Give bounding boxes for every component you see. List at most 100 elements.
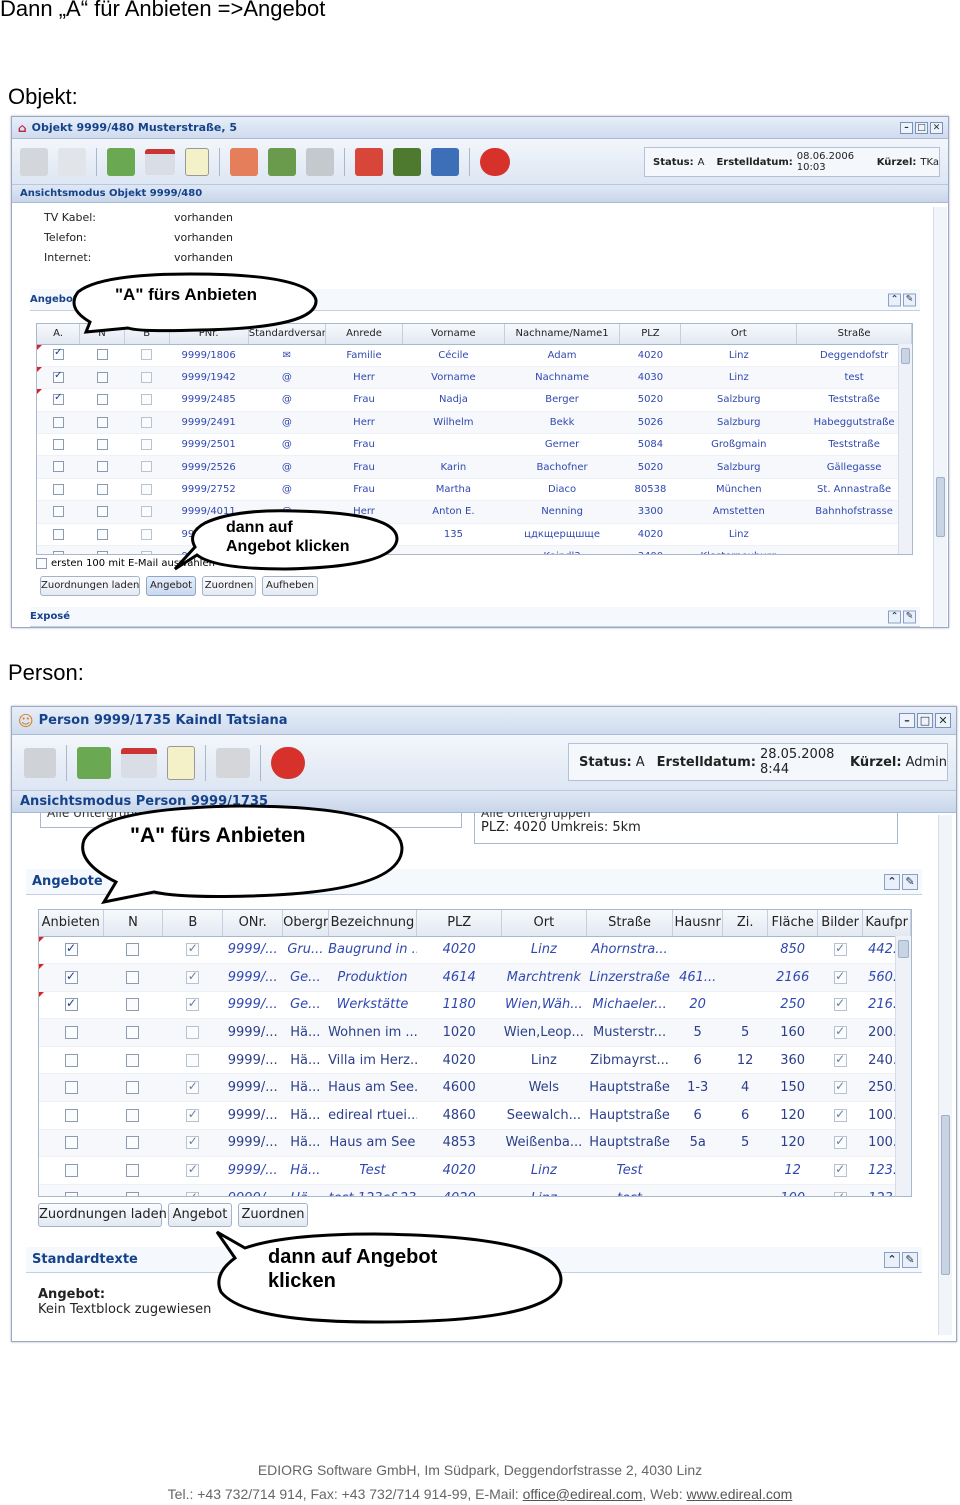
checkbox[interactable] bbox=[126, 970, 140, 984]
cell-n[interactable] bbox=[79, 478, 125, 502]
table-row[interactable]: 9999/...Gru...Baugrund in ...4020LinzAho… bbox=[39, 936, 911, 965]
table-row[interactable]: 9999/2485@FrauNadjaBerger5020SalzburgTes… bbox=[37, 388, 912, 412]
column-header[interactable]: Anrede bbox=[325, 324, 404, 345]
checkbox[interactable] bbox=[186, 1053, 200, 1067]
scroll-thumb[interactable] bbox=[898, 940, 909, 958]
checkbox[interactable] bbox=[126, 1164, 140, 1178]
column-header[interactable]: Bilder bbox=[817, 910, 864, 937]
network-icon[interactable] bbox=[431, 147, 459, 176]
cell-a[interactable] bbox=[37, 455, 80, 479]
scroll-thumb[interactable] bbox=[941, 1115, 950, 1275]
checkbox[interactable] bbox=[141, 528, 153, 540]
checkbox[interactable] bbox=[833, 1079, 847, 1095]
cell-n[interactable] bbox=[79, 545, 125, 554]
cell-b[interactable] bbox=[124, 545, 170, 554]
column-header[interactable]: Bezeichnung bbox=[328, 910, 418, 937]
column-header[interactable]: Hausnr bbox=[672, 910, 723, 937]
table-row[interactable]: 9999/... Hä... Villa im Herz... 4020 Linz Zib… bbox=[39, 1046, 911, 1075]
first100-checkbox[interactable] bbox=[36, 558, 47, 569]
zuordnen-button[interactable]: Zuordnen bbox=[202, 576, 256, 596]
cell-b[interactable] bbox=[124, 344, 170, 367]
checkbox[interactable] bbox=[96, 528, 108, 540]
checkbox[interactable] bbox=[126, 998, 140, 1012]
checkbox[interactable] bbox=[52, 506, 64, 518]
collapse-icon[interactable]: ⌃ bbox=[884, 873, 900, 890]
people-transfer-icon[interactable] bbox=[268, 147, 296, 176]
cell-n[interactable] bbox=[103, 1184, 163, 1196]
scroll-thumb[interactable] bbox=[901, 348, 910, 364]
checkbox[interactable] bbox=[141, 550, 153, 554]
org-chart-icon[interactable] bbox=[393, 147, 421, 176]
cell-bilder[interactable] bbox=[817, 1046, 863, 1075]
cell-n[interactable] bbox=[79, 500, 125, 524]
cell-b[interactable] bbox=[162, 1129, 223, 1158]
checkbox[interactable] bbox=[126, 1136, 140, 1150]
objekt-window-titlebar[interactable]: ⌂ Objekt 9999/480 Musterstraße, 5 – □ ✕ bbox=[12, 117, 948, 139]
cell-b[interactable] bbox=[124, 500, 170, 524]
checkbox[interactable] bbox=[96, 483, 108, 495]
column-header[interactable]: PLZ bbox=[619, 324, 682, 345]
checkbox[interactable] bbox=[52, 392, 64, 406]
building-icon[interactable] bbox=[306, 147, 334, 176]
checkbox[interactable] bbox=[186, 1190, 200, 1196]
column-header[interactable]: ONr. bbox=[222, 910, 284, 937]
documents-icon[interactable] bbox=[77, 746, 111, 779]
checkbox[interactable] bbox=[833, 1107, 847, 1122]
cell-a[interactable] bbox=[37, 500, 80, 524]
cell-a[interactable] bbox=[37, 545, 80, 554]
close-icon[interactable]: ✕ bbox=[930, 121, 943, 134]
cell-a[interactable] bbox=[37, 344, 80, 367]
cell-a[interactable] bbox=[37, 388, 80, 412]
collapse-icon[interactable]: ⌃ bbox=[888, 610, 901, 623]
cell-anbieten[interactable] bbox=[39, 991, 104, 1020]
edit-pencil-icon[interactable]: ✎ bbox=[902, 1251, 918, 1268]
objekt-window-scrollbar[interactable] bbox=[933, 207, 947, 627]
minimize-icon[interactable]: – bbox=[899, 713, 915, 728]
table-row[interactable]: 9999/1942@HerrVornameNachname4030Linztes… bbox=[37, 366, 912, 390]
edit-pencil-icon[interactable]: ✎ bbox=[903, 293, 916, 306]
cell-bilder[interactable] bbox=[817, 1184, 863, 1196]
person-grid-scrollbar[interactable] bbox=[895, 936, 911, 1196]
checkbox[interactable] bbox=[96, 416, 108, 428]
cell-b[interactable] bbox=[162, 991, 223, 1020]
table-row[interactable]: 9999/...Ge...Werkstätte1180Wien,Wäh...Mi… bbox=[39, 991, 911, 1020]
checkbox[interactable] bbox=[833, 941, 847, 957]
checkbox[interactable] bbox=[141, 349, 153, 361]
cell-n[interactable] bbox=[79, 344, 125, 367]
checkbox[interactable] bbox=[833, 1134, 847, 1150]
column-header[interactable]: Zi. bbox=[722, 910, 769, 937]
cell-n[interactable] bbox=[103, 1073, 163, 1103]
cell-bilder[interactable] bbox=[817, 991, 863, 1020]
edit-pencil-icon[interactable]: ✎ bbox=[903, 610, 916, 623]
cell-a[interactable] bbox=[37, 433, 80, 457]
collapse-icon[interactable]: ⌃ bbox=[888, 293, 901, 306]
checkbox[interactable] bbox=[833, 996, 847, 1012]
person-window-scrollbar[interactable] bbox=[938, 815, 952, 1335]
cell-n[interactable] bbox=[103, 991, 163, 1020]
aufheben-button[interactable]: Aufheben bbox=[262, 576, 318, 596]
checkbox[interactable] bbox=[186, 1134, 200, 1150]
cell-a[interactable] bbox=[37, 523, 80, 547]
cell-n[interactable] bbox=[103, 963, 163, 992]
cell-anbieten[interactable] bbox=[39, 1101, 104, 1130]
checkbox[interactable] bbox=[64, 1108, 78, 1122]
checkbox[interactable] bbox=[96, 461, 108, 473]
cell-a[interactable] bbox=[37, 366, 80, 390]
checkbox[interactable] bbox=[126, 1108, 140, 1122]
column-header[interactable]: N bbox=[103, 910, 164, 937]
column-header[interactable]: Straße bbox=[586, 910, 674, 937]
checkbox[interactable] bbox=[833, 1052, 847, 1067]
checkbox[interactable] bbox=[52, 550, 64, 554]
checkbox[interactable] bbox=[126, 1026, 140, 1040]
cell-b[interactable] bbox=[124, 455, 170, 479]
checkbox[interactable] bbox=[96, 550, 108, 554]
table-row[interactable]: 9999/...Hä...Haus am See...4600WelsHaupt… bbox=[39, 1073, 911, 1103]
cell-n[interactable] bbox=[79, 366, 125, 390]
checkbox[interactable] bbox=[126, 1081, 140, 1095]
checkbox[interactable] bbox=[833, 1024, 847, 1040]
checkbox[interactable] bbox=[96, 394, 108, 406]
checkbox[interactable] bbox=[141, 416, 153, 428]
checkbox[interactable] bbox=[64, 1191, 78, 1196]
scroll-thumb[interactable] bbox=[936, 477, 945, 537]
checkbox[interactable] bbox=[52, 439, 64, 450]
